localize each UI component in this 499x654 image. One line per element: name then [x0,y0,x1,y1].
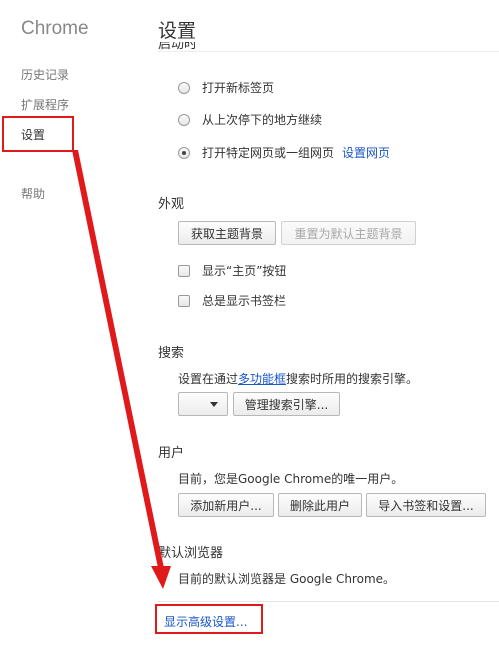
radio-button-checked[interactable] [178,146,190,159]
chevron-down-icon [210,402,218,407]
default-browser-description: 目前的默认浏览器是 Google Chrome。 [178,572,396,586]
radio-button[interactable] [178,81,190,94]
appearance-heading: 外观 [158,197,185,212]
search-engine-select[interactable] [178,392,228,416]
brand-title: Chrome [21,18,89,39]
checkbox[interactable] [178,294,190,307]
sidebar-item-settings[interactable]: 设置 [21,126,45,143]
manage-search-engines-button[interactable]: 管理搜索引擎... [233,392,340,416]
bottom-divider [158,601,499,602]
search-heading: 搜索 [158,346,185,361]
sidebar: Chrome 历史记录 扩展程序 设置 帮助 [0,0,148,654]
omnibox-link[interactable]: 多功能框 [238,372,286,386]
checkbox[interactable] [178,264,190,277]
page-title: 设置 [158,20,197,42]
startup-option-continue[interactable]: 从上次停下的地方继续 [178,111,322,128]
add-user-button[interactable]: 添加新用户... [178,493,274,517]
sidebar-item-extensions[interactable]: 扩展程序 [21,96,69,113]
search-description: 设置在通过多功能框搜索时所用的搜索引擎。 [178,372,419,386]
show-home-option[interactable]: 显示“主页”按钮 [178,262,286,279]
delete-user-button[interactable]: 删除此用户 [278,493,362,517]
import-bookmarks-button[interactable]: 导入书签和设置... [366,493,486,517]
sidebar-item-help[interactable]: 帮助 [21,185,45,202]
startup-option-specific-pages[interactable]: 打开特定网页或一组网页 设置网页 [178,144,390,161]
show-advanced-settings-link[interactable]: 显示高级设置... [164,613,247,630]
startup-option-new-tab[interactable]: 打开新标签页 [178,79,274,96]
sidebar-item-history[interactable]: 历史记录 [21,66,69,83]
get-theme-button[interactable]: 获取主题背景 [178,221,276,245]
set-pages-link[interactable]: 设置网页 [342,144,390,161]
header-divider [158,51,499,52]
settings-main: 设置 启动时 打开新标签页 从上次停下的地方继续 打开特定网页或一组网页 设置网… [148,0,499,654]
users-description: 目前，您是Google Chrome的唯一用户。 [178,472,404,486]
users-heading: 用户 [158,446,185,461]
reset-theme-button[interactable]: 重置为默认主题背景 [281,221,416,245]
radio-button[interactable] [178,113,190,126]
default-browser-heading: 默认浏览器 [158,546,224,561]
show-bookmarks-option[interactable]: 总是显示书签栏 [178,292,286,309]
